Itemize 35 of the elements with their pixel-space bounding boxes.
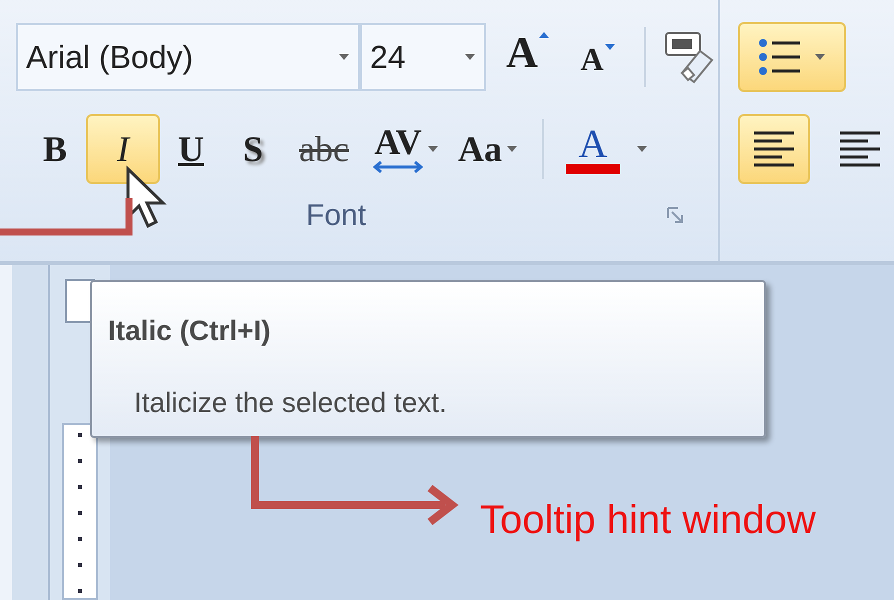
- format-button[interactable]: B: [24, 114, 86, 184]
- align-left-icon: [752, 129, 796, 169]
- format-button[interactable]: I: [86, 114, 160, 184]
- font-color-button[interactable]: A: [558, 114, 656, 184]
- annotation-label: Tooltip hint window: [480, 497, 816, 544]
- align-left-icon: [838, 129, 882, 169]
- font-name: Arial (Body): [26, 38, 194, 77]
- caret-icon: [464, 53, 476, 61]
- format-button[interactable]: Aa: [448, 114, 528, 184]
- format-button[interactable]: S: [222, 114, 284, 184]
- tooltip-title: Italic (Ctrl+I): [108, 314, 272, 348]
- format-button[interactable]: U: [160, 114, 222, 184]
- format-button[interactable]: AV: [364, 114, 448, 184]
- font-size-dropdown[interactable]: 24: [360, 23, 486, 91]
- caret-icon: [636, 145, 648, 153]
- caret-icon: [506, 145, 518, 153]
- grow-font-button[interactable]: A: [498, 27, 558, 87]
- font-color-letter: A: [578, 124, 608, 164]
- format-button[interactable]: abc: [284, 114, 364, 184]
- mouse-cursor-icon: [124, 165, 168, 229]
- font-size: 24: [370, 38, 406, 77]
- up-triangle-icon: [538, 31, 550, 39]
- arrow-icon: [250, 436, 460, 528]
- group-label: Font: [306, 198, 366, 234]
- double-arrow-icon: [373, 160, 423, 174]
- align-button[interactable]: [738, 114, 810, 184]
- shrink-font-button[interactable]: A: [568, 27, 628, 87]
- font-name-dropdown[interactable]: Arial (Body): [16, 23, 360, 91]
- down-triangle-icon: [604, 43, 616, 51]
- caret-icon: [427, 145, 439, 153]
- bullets-button[interactable]: [738, 22, 846, 92]
- tooltip-description: Italicize the selected text.: [134, 386, 448, 420]
- caret-icon: [814, 53, 826, 61]
- caret-icon: [338, 53, 350, 61]
- bullet-list-icon: [758, 37, 802, 77]
